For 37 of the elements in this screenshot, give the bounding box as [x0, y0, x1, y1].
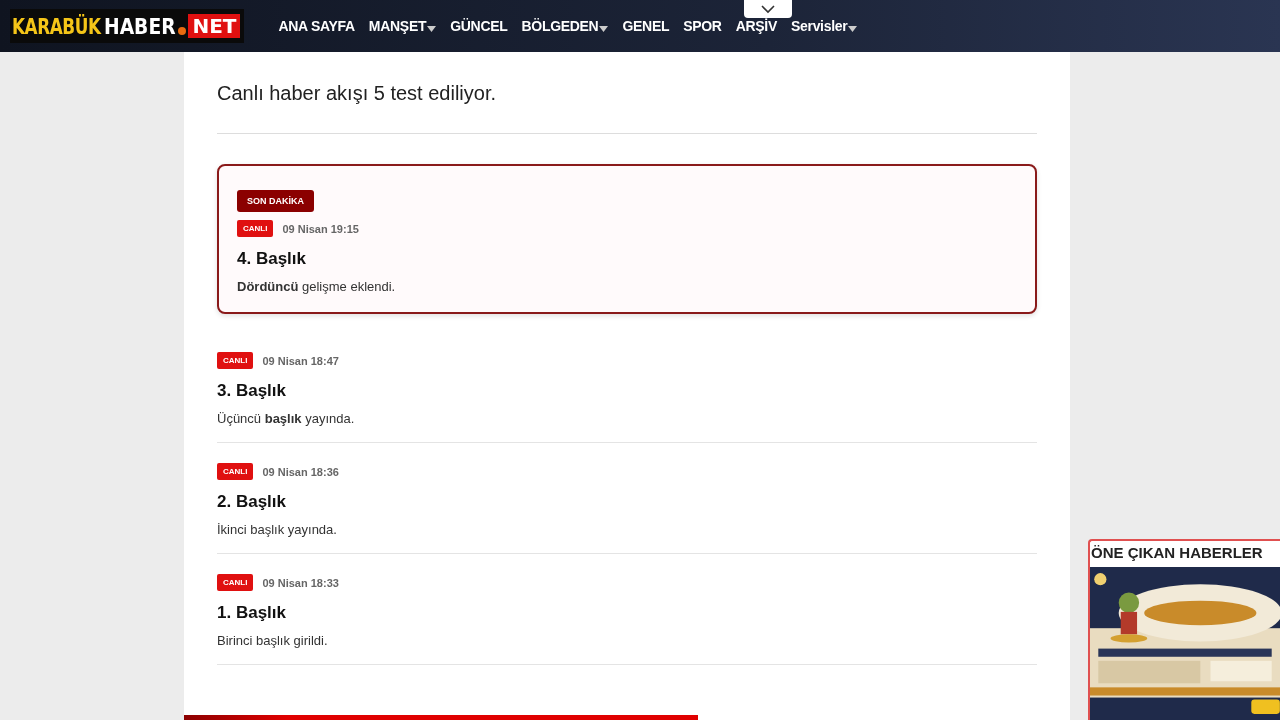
entry-text: Birinci başlık girildi. — [217, 633, 328, 648]
menu-link[interactable]: GÜNCEL — [450, 18, 508, 34]
entry-text: İkinci başlık yayında. — [217, 522, 337, 537]
caret-icon — [848, 26, 858, 32]
collapse-button[interactable] — [744, 0, 792, 18]
logo-text: KARABÜK — [12, 13, 101, 39]
entry-heading: 4. Başlık — [237, 249, 306, 269]
menu-link[interactable]: ANA SAYFA — [278, 18, 355, 34]
live-label: CANLI — [237, 220, 274, 237]
breaking-news-label: SON DAKİKA — [237, 190, 314, 212]
featured-title: ÖNE ÇIKAN HABERLER — [1090, 543, 1264, 563]
entry-text: Üçüncü başlık yayında. — [217, 411, 355, 426]
menu-link[interactable]: MANŞET — [368, 18, 437, 34]
article-title: Canlı haber akışı 5 test ediliyor. — [217, 82, 1037, 134]
entry-time: 09 Nisan 19:15 — [282, 222, 359, 235]
chevron-down-icon — [761, 4, 775, 14]
menu-link[interactable]: BÖLGEDEN — [521, 18, 609, 34]
caret-icon — [599, 26, 609, 32]
menu-link[interactable]: GENEL — [622, 18, 670, 34]
logo-text: NET — [188, 14, 241, 38]
entry-time: 09 Nisan 18:47 — [262, 354, 339, 367]
live-label: CANLI — [217, 352, 254, 369]
entry-heading: 2. Başlık — [217, 492, 286, 512]
site-logo[interactable]: KARABÜK HABER NET — [10, 9, 245, 43]
dot-icon — [178, 27, 187, 35]
caret-icon — [427, 26, 437, 32]
menu-link[interactable]: SPOR — [683, 18, 722, 34]
logo-text: HABER — [104, 13, 176, 39]
live-label: CANLI — [217, 574, 254, 591]
entry-time: 09 Nisan 18:36 — [262, 465, 339, 478]
entry-heading: 1. Başlık — [217, 603, 286, 623]
entry-time: 09 Nisan 18:33 — [262, 576, 339, 589]
live-label: CANLI — [217, 463, 254, 480]
menu-link[interactable]: Servisler — [790, 18, 858, 34]
entry-text: Dördüncü gelişme eklendi. — [237, 279, 396, 294]
menu-link[interactable]: ARŞİV — [735, 18, 777, 34]
entry-heading: 3. Başlık — [217, 381, 286, 401]
